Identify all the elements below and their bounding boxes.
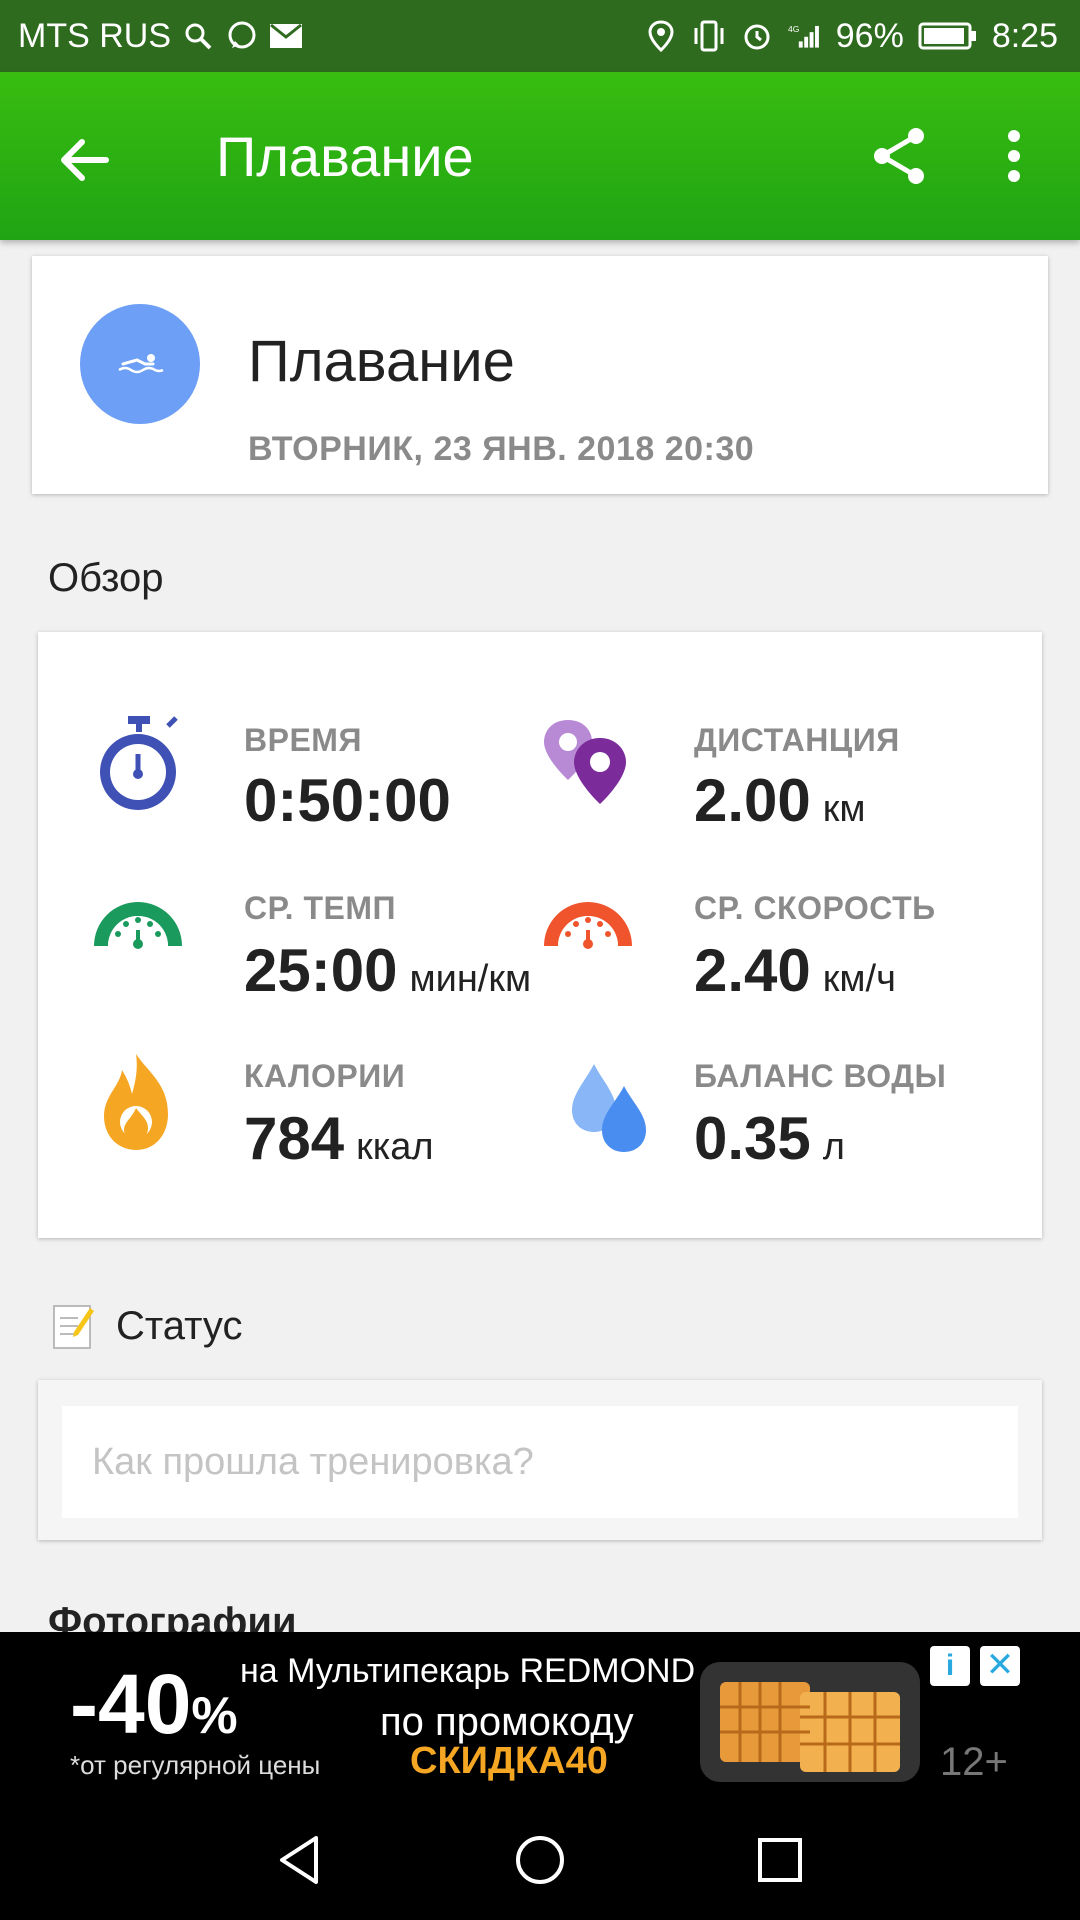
arrow-left-icon bbox=[61, 139, 109, 181]
signal-icon: 4G bbox=[788, 19, 822, 53]
stat-value: 0.35 л bbox=[694, 1105, 845, 1172]
whatsapp-icon bbox=[225, 19, 259, 53]
stat-label: БАЛАНС ВОДЫ bbox=[694, 1058, 947, 1094]
ad-note: *от регулярной цены bbox=[70, 1750, 321, 1780]
more-vert-icon bbox=[1008, 130, 1020, 182]
water-drops-icon bbox=[572, 1064, 646, 1152]
stat-value: 0:50:00 bbox=[244, 767, 451, 834]
ad-banner[interactable]: -40% *от регулярной цены на Мультипекарь… bbox=[0, 1632, 1080, 1792]
stat-label: СР. СКОРОСТЬ bbox=[694, 890, 936, 926]
stat-label: КАЛОРИИ bbox=[244, 1058, 406, 1094]
status-input[interactable] bbox=[62, 1406, 1018, 1518]
circle-home-icon bbox=[516, 1836, 564, 1884]
battery-icon bbox=[918, 19, 978, 53]
app-bar-title: Плавание bbox=[216, 125, 474, 188]
nav-recents-button[interactable] bbox=[752, 1832, 808, 1888]
stat-value: 2.00 км bbox=[694, 767, 866, 834]
stat-value: 25:00 мин/км bbox=[244, 937, 532, 1004]
nav-back-button[interactable] bbox=[272, 1832, 328, 1888]
close-icon: ✕ bbox=[985, 1646, 1015, 1684]
stopwatch-icon bbox=[100, 716, 178, 810]
flame-icon bbox=[104, 1054, 168, 1150]
ad-promo-code: СКИДКА40 bbox=[410, 1740, 608, 1782]
ad-discount: -40% bbox=[70, 1657, 238, 1751]
search-icon bbox=[181, 19, 215, 53]
carrier-label: MTS RUS bbox=[18, 16, 171, 55]
speedometer-icon bbox=[544, 902, 632, 949]
workout-date: ВТОРНИК, 23 ЯНВ. 2018 20:30 bbox=[248, 430, 755, 468]
app-bar: Плавание bbox=[0, 72, 1080, 240]
swimming-icon bbox=[118, 354, 164, 374]
location-pins-icon bbox=[544, 720, 626, 804]
clock: 8:25 bbox=[991, 16, 1058, 55]
info-icon: i bbox=[945, 1649, 955, 1682]
nav-home-button[interactable] bbox=[512, 1832, 568, 1888]
speedometer-icon bbox=[94, 902, 182, 949]
share-button[interactable] bbox=[868, 124, 932, 188]
triangle-back-icon bbox=[280, 1836, 318, 1884]
battery-percent: 96% bbox=[835, 16, 904, 55]
stat-label: СР. ТЕМП bbox=[244, 890, 396, 926]
workout-header-card: Плавание ВТОРНИК, 23 ЯНВ. 2018 20:30 bbox=[32, 256, 1048, 494]
vibrate-icon bbox=[692, 19, 726, 53]
mail-icon bbox=[269, 19, 303, 53]
overview-label: Обзор bbox=[48, 556, 164, 600]
more-options-button[interactable] bbox=[990, 124, 1038, 188]
workout-title: Плавание bbox=[248, 329, 515, 394]
alarm-icon bbox=[740, 19, 774, 53]
stat-value: 2.40 км/ч bbox=[694, 937, 896, 1004]
ad-line-1: на Мультипекарь REDMOND bbox=[240, 1652, 696, 1690]
activity-avatar bbox=[80, 304, 200, 424]
share-icon bbox=[874, 128, 924, 184]
status-bar: MTS RUS 4G 96% 8:25 bbox=[0, 0, 1080, 72]
ad-close-button[interactable]: ✕ bbox=[980, 1646, 1020, 1686]
ad-age-rating: 12+ bbox=[940, 1740, 1008, 1784]
ad-line-2: по промокоду bbox=[380, 1700, 634, 1744]
stat-label: ДИСТАНЦИЯ bbox=[694, 722, 900, 758]
back-button[interactable] bbox=[52, 128, 116, 192]
svg-text:4G: 4G bbox=[788, 24, 799, 34]
ad-info-button[interactable]: i bbox=[930, 1646, 970, 1686]
waffle-image bbox=[700, 1662, 920, 1782]
stat-label: ВРЕМЯ bbox=[244, 722, 362, 758]
status-label: Статус bbox=[116, 1304, 243, 1348]
square-recents-icon bbox=[758, 1838, 802, 1882]
navigation-bar bbox=[0, 1792, 1080, 1920]
status-card bbox=[38, 1380, 1042, 1540]
location-icon bbox=[644, 19, 678, 53]
note-pencil-icon bbox=[52, 1302, 96, 1350]
stat-value: 784 ккал bbox=[244, 1105, 434, 1172]
overview-card: ВРЕМЯ 0:50:00 ДИСТАНЦИЯ 2.00 км СР. ТЕМП … bbox=[38, 632, 1042, 1238]
